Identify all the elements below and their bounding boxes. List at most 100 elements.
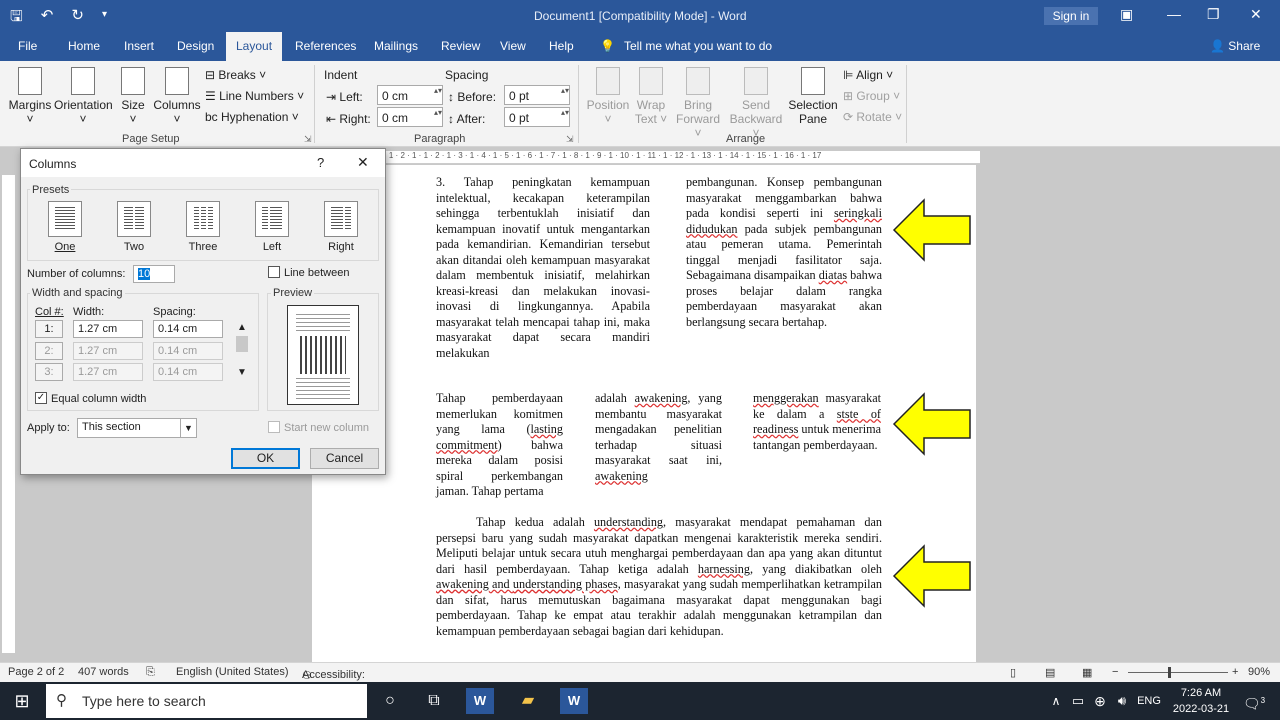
tab-layout[interactable]: Layout: [226, 32, 283, 61]
close-window-icon[interactable]: ✕: [1250, 6, 1262, 23]
task-view-icon[interactable]: ⧉: [420, 688, 448, 714]
wrap-text-button[interactable]: Wrap Text ˅: [634, 67, 668, 126]
section2-column1[interactable]: Tahap pemberdayaan memerlukan komitmen y…: [436, 391, 563, 500]
redo-icon[interactable]: ↻: [71, 6, 84, 31]
tab-insert[interactable]: Insert: [124, 39, 154, 53]
rotate-button[interactable]: ⟳ Rotate ˅: [843, 110, 902, 124]
cortana-icon[interactable]: ○: [376, 688, 404, 714]
undo-icon[interactable]: ↶: [41, 6, 54, 31]
scroll-thumb[interactable]: [236, 336, 248, 352]
spacing-after-input[interactable]: 0 pt: [504, 107, 570, 127]
number-of-columns-input[interactable]: 10: [133, 265, 175, 283]
preset-left[interactable]: Left: [246, 201, 298, 253]
tab-review[interactable]: Review: [441, 39, 480, 53]
minimize-icon[interactable]: —: [1167, 6, 1181, 22]
taskbar-search[interactable]: ⚲ Type here to search: [46, 684, 367, 718]
indent-right-input[interactable]: 0 cm: [377, 107, 443, 127]
preset-right[interactable]: Right: [315, 201, 367, 253]
spacing-before-input[interactable]: 0 pt: [504, 85, 570, 105]
col-row-2-spacing[interactable]: 0.14 cm: [153, 342, 223, 360]
language[interactable]: English (United States): [176, 666, 289, 678]
apply-to-select[interactable]: This section ▼: [77, 418, 197, 438]
volume-icon[interactable]: 🔊︎: [1108, 688, 1136, 714]
group-button[interactable]: ⊞ Group ˅: [843, 89, 900, 103]
tab-references[interactable]: References: [295, 39, 356, 53]
sign-in-button[interactable]: Sign in: [1044, 7, 1098, 25]
tab-file[interactable]: File: [18, 39, 37, 53]
windows-start-icon[interactable]: ⊞: [8, 688, 36, 714]
section2-column3[interactable]: menggerakan masyarakat ke dalam a stste …: [753, 391, 881, 453]
section3-paragraph[interactable]: Tahap kedua adalah understanding, masyar…: [436, 515, 882, 639]
line-between-checkbox[interactable]: [268, 266, 280, 278]
col-row-1-width[interactable]: 1.27 cm: [73, 320, 143, 338]
zoom-out-icon[interactable]: −: [1112, 666, 1118, 678]
bring-forward-label-2: Forward: [675, 112, 720, 126]
zoom-slider[interactable]: [1128, 672, 1228, 673]
notifications-icon[interactable]: 🗨︎3: [1240, 688, 1268, 714]
restore-icon[interactable]: ❐: [1207, 6, 1220, 23]
input-language[interactable]: ENG: [1134, 688, 1164, 714]
section1-column2[interactable]: pembangunan. Konsep pembangunan masyarak…: [686, 175, 882, 330]
line-numbers-button[interactable]: ☰ Line Numbers ˅: [205, 89, 304, 103]
zoom-level[interactable]: 90%: [1248, 666, 1270, 678]
cancel-button[interactable]: Cancel: [310, 448, 379, 469]
document-page[interactable]: 3. Tahap peningkatan kemampuan intelektu…: [312, 165, 976, 665]
preset-one[interactable]: One: [39, 201, 91, 253]
margins-button[interactable]: Margins ˅: [8, 67, 52, 126]
tab-home[interactable]: Home: [68, 39, 100, 53]
bring-forward-button[interactable]: Bring Forward ˅: [672, 67, 724, 140]
section2-column2[interactable]: adalah awakening, yang membantu masyarak…: [595, 391, 722, 484]
customize-qat-icon[interactable]: ▾: [102, 6, 107, 31]
tab-design[interactable]: Design: [177, 39, 214, 53]
preset-two[interactable]: Two: [108, 201, 160, 253]
clock[interactable]: 7:26 AM 2022-03-21: [1170, 685, 1232, 717]
start-new-column-checkbox[interactable]: [268, 421, 280, 433]
word-count[interactable]: 407 words: [78, 666, 129, 678]
breaks-button[interactable]: ⊟ Breaks ˅: [205, 68, 266, 82]
horizontal-ruler[interactable]: · 1 · 2 · 1 · 1 · 2 · 1 · 3 · 1 · 4 · 1 …: [384, 151, 980, 164]
scroll-up-icon[interactable]: ▲: [237, 322, 247, 333]
orientation-button[interactable]: Orientation ˅: [54, 67, 113, 126]
share-button[interactable]: 👤 Share: [1210, 39, 1260, 53]
selection-pane-button[interactable]: Selection Pane: [788, 67, 838, 126]
file-explorer-icon[interactable]: ▰: [514, 688, 542, 714]
send-backward-button[interactable]: Send Backward ˅: [726, 67, 786, 140]
zoom-in-icon[interactable]: +: [1232, 666, 1238, 678]
help-button[interactable]: ?: [317, 155, 324, 170]
tell-me-search[interactable]: Tell me what you want to do: [624, 39, 772, 53]
ribbon-display-icon[interactable]: ▣: [1120, 6, 1133, 23]
group-label: Group: [856, 89, 890, 103]
proofing-icon[interactable]: ⎘: [146, 666, 155, 679]
vertical-ruler[interactable]: [2, 175, 15, 653]
print-layout-icon[interactable]: ▤: [1045, 666, 1055, 679]
columns-button[interactable]: Columns ˅: [152, 67, 202, 126]
tab-help[interactable]: Help: [549, 39, 574, 53]
page-setup-launcher-icon[interactable]: ⇲: [304, 134, 312, 145]
indent-left-input[interactable]: 0 cm: [377, 85, 443, 105]
word-taskbar-icon[interactable]: W: [466, 688, 494, 714]
ok-button[interactable]: OK: [231, 448, 300, 469]
col-row-1-spacing[interactable]: 0.14 cm: [153, 320, 223, 338]
col-row-3-spacing[interactable]: 0.14 cm: [153, 363, 223, 381]
position-button[interactable]: Position ˅: [586, 67, 630, 126]
scroll-down-icon[interactable]: ▼: [237, 367, 247, 378]
web-layout-icon[interactable]: ▦: [1082, 666, 1092, 679]
read-mode-icon[interactable]: ▯: [1010, 666, 1016, 679]
tab-view[interactable]: View: [500, 39, 526, 53]
section1-column1[interactable]: 3. Tahap peningkatan kemampuan intelektu…: [436, 175, 650, 361]
col-row-2-width[interactable]: 1.27 cm: [73, 342, 143, 360]
hyphenation-button[interactable]: bc Hyphenation ˅: [205, 110, 299, 124]
save-icon[interactable]: 🖫: [10, 6, 23, 31]
size-button[interactable]: Size ˅: [118, 67, 148, 126]
align-button[interactable]: ⊫ Align ˅: [843, 68, 893, 82]
tab-mailings[interactable]: Mailings: [374, 39, 418, 53]
equal-width-checkbox[interactable]: ✓: [35, 392, 47, 404]
preset-three[interactable]: Three: [177, 201, 229, 253]
col-row-3-width[interactable]: 1.27 cm: [73, 363, 143, 381]
page-count[interactable]: Page 2 of 2: [8, 666, 64, 678]
close-icon[interactable]: ✕: [357, 154, 369, 171]
word-taskbar-icon-2[interactable]: W: [560, 688, 588, 714]
orientation-icon: [71, 67, 95, 95]
zoom-slider-thumb[interactable]: [1168, 667, 1171, 678]
paragraph-launcher-icon[interactable]: ⇲: [566, 134, 574, 145]
